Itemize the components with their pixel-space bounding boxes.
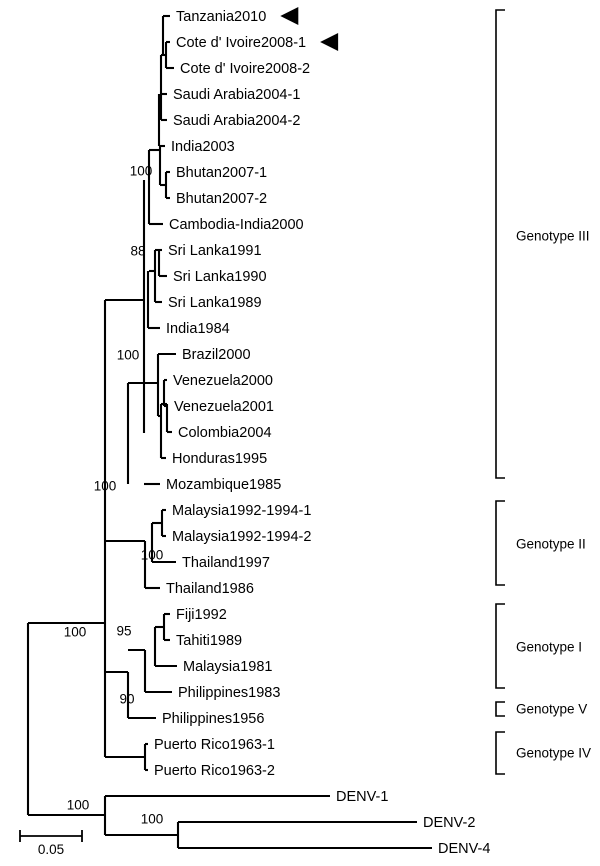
taxon-label-malaysia1992-1994-1: Malaysia1992-1994-1 xyxy=(172,503,311,519)
taxon-label-colombia2004: Colombia2004 xyxy=(178,425,272,441)
taxon-label-saudi-arabia-2004-2: Saudi Arabia2004-2 xyxy=(173,113,300,129)
highlight-arrow-cote-ivoire-2008-1 xyxy=(320,33,339,51)
taxon-label-cambodia-india2000: Cambodia-India2000 xyxy=(169,217,304,233)
taxon-label-tanzania2010: Tanzania2010 xyxy=(176,9,266,25)
taxon-label-puerto-rico1963-2: Puerto Rico1963-2 xyxy=(154,763,275,779)
label-genotype-iii: Genotype III xyxy=(516,229,590,244)
taxon-label-thailand1997: Thailand1997 xyxy=(182,555,270,571)
taxon-label-fiji1992: Fiji1992 xyxy=(176,607,227,623)
bootstrap-value: 90 xyxy=(119,692,134,707)
taxon-label-sri-lanka1991: Sri Lanka1991 xyxy=(168,243,262,259)
taxon-label-honduras1995: Honduras1995 xyxy=(172,451,267,467)
taxon-label-cote-ivoire-2008-2: Cote d' Ivoire2008-2 xyxy=(180,61,310,77)
bootstrap-value: 100 xyxy=(117,348,140,363)
bootstrap-value: 100 xyxy=(94,479,117,494)
taxon-label-puerto-rico1963-1: Puerto Rico1963-1 xyxy=(154,737,275,753)
taxon-label-tahiti1989: Tahiti1989 xyxy=(176,633,242,649)
taxa-label-layer: Tanzania2010 Cote d' Ivoire2008-1 Cote d' … xyxy=(154,7,490,857)
taxon-label-thailand1986: Thailand1986 xyxy=(166,581,254,597)
phylogenetic-tree-figure: Tanzania2010 Cote d' Ivoire2008-1 Cote d' … xyxy=(0,0,600,866)
label-genotype-i: Genotype I xyxy=(516,640,582,655)
bootstrap-value: 100 xyxy=(64,625,87,640)
bracket-genotype-v xyxy=(495,701,505,717)
taxon-label-saudi-arabia-2004-1: Saudi Arabia2004-1 xyxy=(173,87,300,103)
taxon-label-denv-1: DENV-1 xyxy=(336,789,388,805)
highlight-arrow-tanzania2010 xyxy=(280,7,299,25)
taxon-label-venezuela2000: Venezuela2000 xyxy=(173,373,273,389)
taxon-label-denv-4: DENV-4 xyxy=(438,841,490,857)
bracket-genotype-iv xyxy=(495,731,505,775)
label-genotype-v: Genotype V xyxy=(516,702,587,717)
taxon-label-india2003: India2003 xyxy=(171,139,235,155)
taxon-label-malaysia1992-1994-2: Malaysia1992-1994-2 xyxy=(172,529,311,545)
tree-canvas: Tanzania2010 Cote d' Ivoire2008-1 Cote d' … xyxy=(19,7,591,857)
taxon-label-philippines1956: Philippines1956 xyxy=(162,711,264,727)
bootstrap-value: 95 xyxy=(116,624,131,639)
bootstrap-value: 100 xyxy=(130,164,153,179)
taxon-label-india1984: India1984 xyxy=(166,321,230,337)
taxon-label-sri-lanka1990: Sri Lanka1990 xyxy=(173,269,267,285)
taxon-label-brazil2000: Brazil2000 xyxy=(182,347,251,363)
label-genotype-iv: Genotype IV xyxy=(516,746,591,761)
taxon-label-venezuela2001: Venezuela2001 xyxy=(174,399,274,415)
taxon-label-bhutan2007-2: Bhutan2007-2 xyxy=(176,191,267,207)
taxon-label-philippines1983: Philippines1983 xyxy=(178,685,280,701)
scale-bar-label: 0.05 xyxy=(38,842,64,857)
scale-bar-layer: 0.05 xyxy=(19,830,83,857)
bracket-genotype-ii xyxy=(495,500,505,586)
bracket-genotype-iii xyxy=(495,9,505,479)
bootstrap-value: 88 xyxy=(130,244,145,259)
taxon-label-malaysia1981: Malaysia1981 xyxy=(183,659,272,675)
taxon-label-denv-2: DENV-2 xyxy=(423,815,475,831)
bootstrap-value: 100 xyxy=(141,812,164,827)
label-genotype-ii: Genotype II xyxy=(516,537,586,552)
bracket-genotype-i xyxy=(495,603,505,689)
bootstrap-layer: 100 88 100 100 100 95 90 100 100 100 xyxy=(64,164,164,827)
genotype-bracket-layer: Genotype III Genotype II Genotype I Genotyp… xyxy=(495,9,591,775)
taxon-label-cote-ivoire-2008-1: Cote d' Ivoire2008-1 xyxy=(176,35,306,51)
taxon-label-mozambique1985: Mozambique1985 xyxy=(166,477,281,493)
bootstrap-value: 100 xyxy=(141,548,164,563)
bootstrap-value: 100 xyxy=(67,798,90,813)
taxon-label-sri-lanka1989: Sri Lanka1989 xyxy=(168,295,262,311)
taxon-label-bhutan2007-1: Bhutan2007-1 xyxy=(176,165,267,181)
